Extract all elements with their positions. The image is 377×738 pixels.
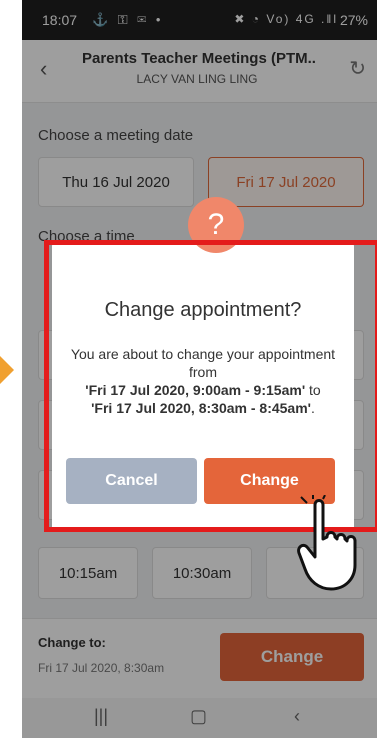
pointer-arrow-icon [0, 356, 14, 384]
highlight-box [44, 240, 377, 532]
pointing-hand-icon [297, 495, 357, 591]
phone-screen: 18:07 ⚓ ⚿ ✉ • ✖ ◔ Vo) 4G .‖l 27% ‹ Paren… [22, 0, 377, 738]
